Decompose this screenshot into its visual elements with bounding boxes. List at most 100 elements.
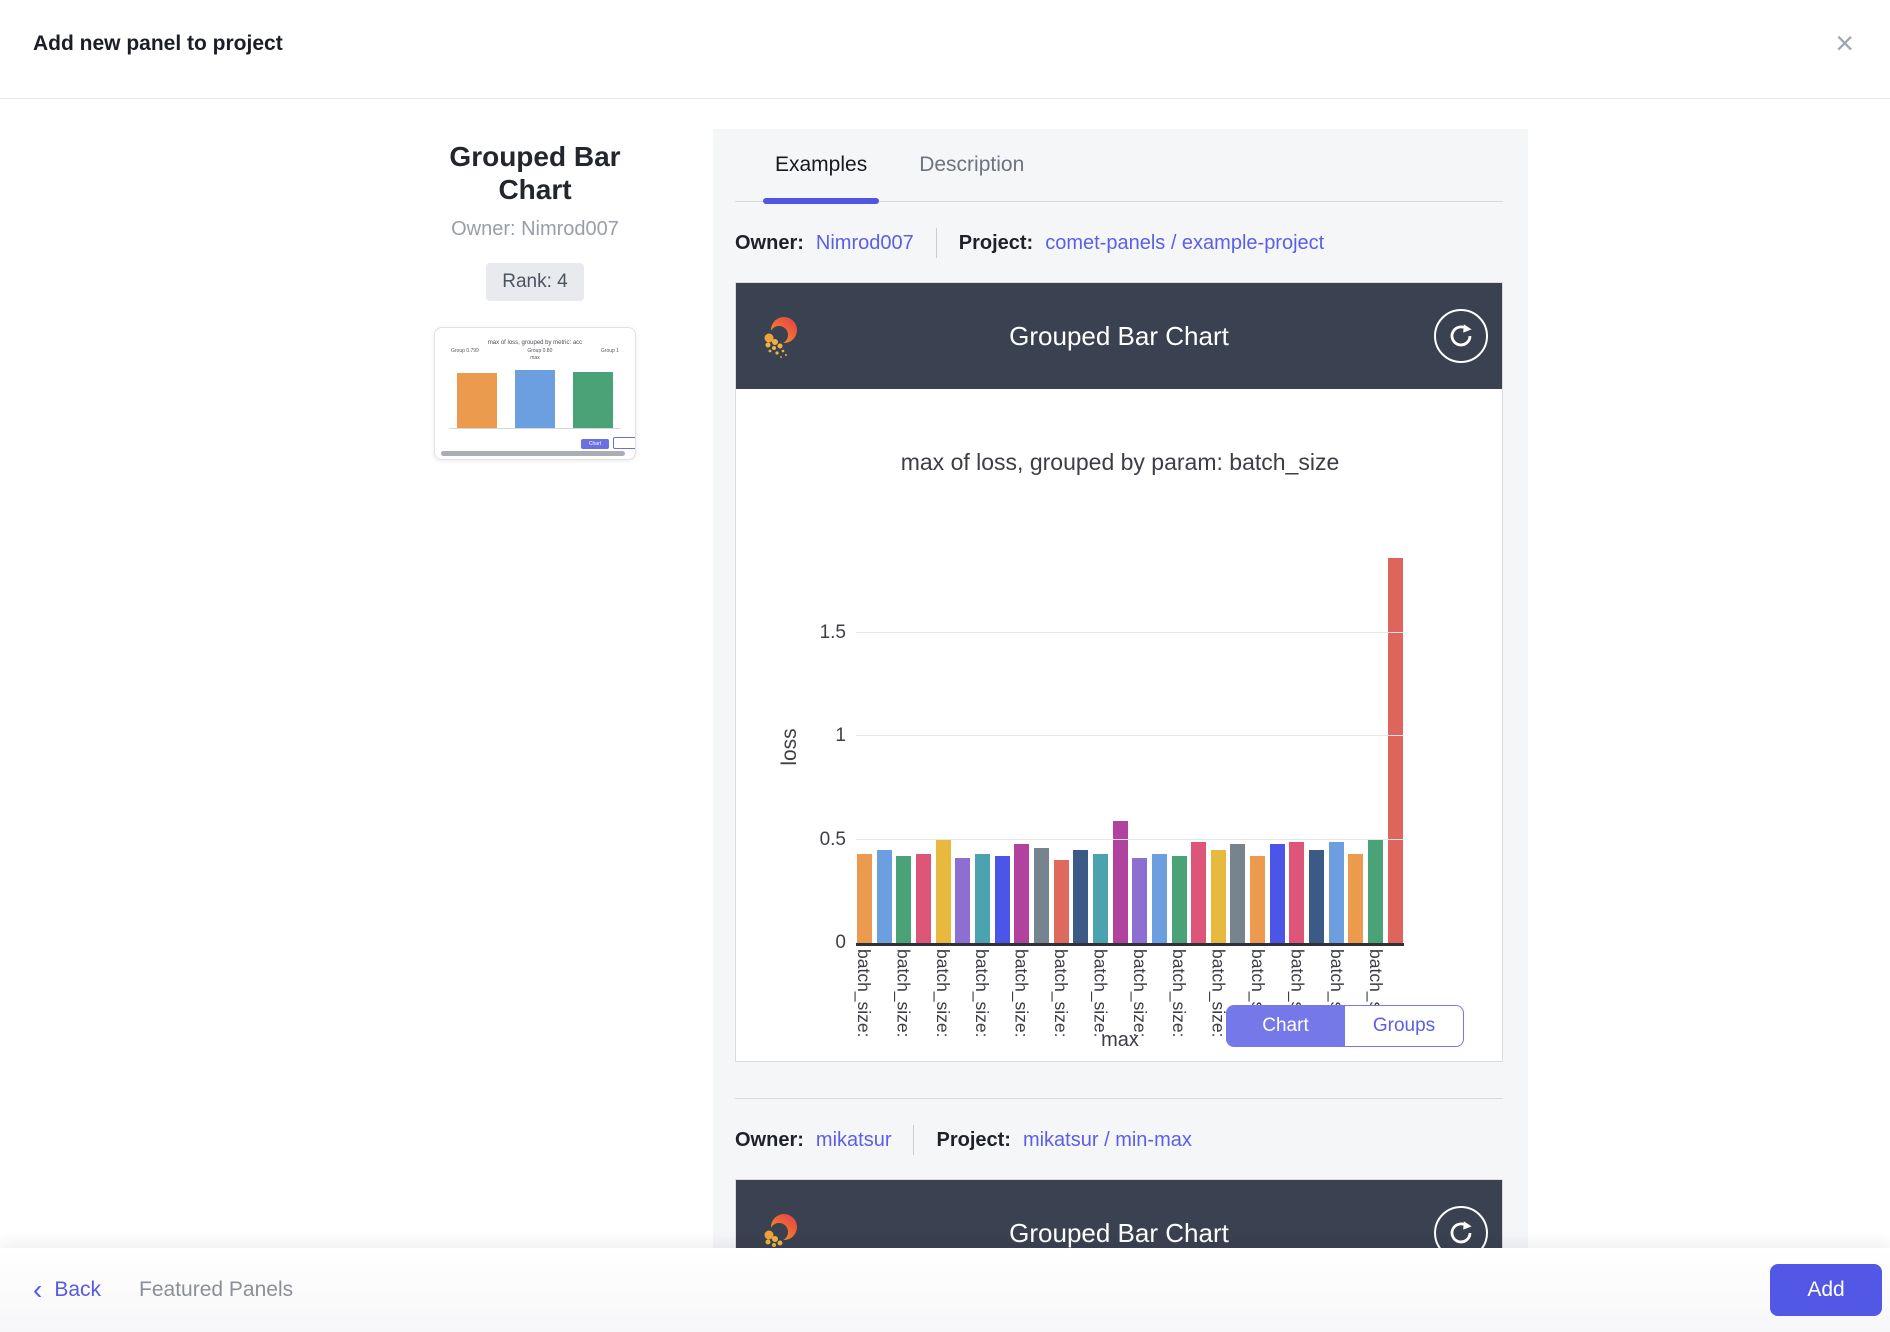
back-button[interactable]: ‹ Back	[33, 1276, 101, 1304]
thumbnail-scrollbar	[441, 451, 625, 456]
project-link[interactable]: mikatsur / min-max	[1023, 1129, 1192, 1152]
project-label: Project:	[936, 1129, 1010, 1152]
section-divider	[735, 1098, 1503, 1099]
examples-panel: Examples Description Owner: Nimrod007 Pr…	[713, 129, 1528, 1248]
x-tick-label: batch_size:	[1129, 949, 1150, 1038]
toggle-groups-button[interactable]: Groups	[1345, 1005, 1464, 1047]
back-chevron-icon: ‹	[33, 1276, 42, 1304]
bar	[955, 858, 970, 943]
bar	[1368, 840, 1383, 943]
plot-area: 00.511.5	[856, 550, 1404, 946]
project-link[interactable]: comet-panels / example-project	[1045, 232, 1324, 255]
back-label: Back	[54, 1278, 101, 1302]
tab-bar: Examples Description	[735, 129, 1503, 202]
owner-link[interactable]: mikatsur	[816, 1129, 892, 1152]
owner-label: Owner:	[735, 232, 804, 255]
bar	[975, 854, 990, 943]
comet-logo-icon	[760, 313, 806, 359]
modal-header: Add new panel to project ×	[0, 0, 1890, 99]
meta-divider	[936, 228, 937, 258]
bar	[1014, 844, 1029, 943]
bar	[1230, 844, 1245, 943]
x-tick-label: batch_size:	[971, 949, 992, 1038]
thumbnail-chart-button: Chart	[581, 439, 609, 449]
bar	[916, 854, 931, 943]
bar	[995, 856, 1010, 943]
thumbnail-x-label: Group 0.80	[527, 348, 552, 354]
bar	[1054, 860, 1069, 943]
refresh-button[interactable]	[1434, 309, 1488, 363]
panel-owner: Owner: Nimrod007	[380, 218, 690, 241]
bar	[1289, 842, 1304, 943]
bar	[1093, 854, 1108, 943]
x-tick-label: batch_size:	[1050, 949, 1071, 1038]
panel-card-title: Grouped Bar Chart	[1009, 1218, 1229, 1249]
x-tick-label: batch_size:	[1011, 949, 1032, 1038]
bar	[1172, 856, 1187, 943]
gridline	[856, 839, 1404, 840]
panel-card-header: Grouped Bar Chart	[736, 283, 1502, 389]
example-meta-row: Owner: Nimrod007 Project: comet-panels /…	[735, 228, 1503, 258]
x-tick-label: batch_size:	[853, 949, 874, 1038]
bar	[1132, 858, 1147, 943]
owner-label: Owner:	[735, 1129, 804, 1152]
modal-footer: ‹ Back Featured Panels Add	[0, 1248, 1890, 1332]
panel-thumbnail: max of loss, grouped by metric: acc Grou…	[434, 327, 636, 460]
panel-card-header: Grouped Bar Chart	[736, 1180, 1502, 1248]
panel-title: Grouped Bar Chart	[420, 140, 650, 206]
bar	[1388, 558, 1403, 943]
project-label: Project:	[959, 232, 1033, 255]
close-icon[interactable]: ×	[1829, 26, 1860, 60]
thumbnail-bar	[573, 372, 613, 428]
rank-badge: Rank: 4	[486, 263, 583, 301]
chart-groups-toggle: Chart Groups	[1226, 1005, 1464, 1047]
thumbnail-plot	[449, 358, 621, 429]
toggle-chart-button[interactable]: Chart	[1226, 1005, 1345, 1047]
owner-link[interactable]: Nimrod007	[816, 232, 914, 255]
bar	[1191, 842, 1206, 943]
bar	[1309, 850, 1324, 943]
bars-container	[857, 550, 1403, 943]
panel-card-title: Grouped Bar Chart	[1009, 321, 1229, 352]
add-button[interactable]: Add	[1770, 1264, 1882, 1316]
refresh-icon	[1448, 323, 1474, 349]
panel-summary: Grouped Bar Chart Owner: Nimrod007 Rank:…	[380, 140, 690, 460]
featured-panels-label: Featured Panels	[139, 1278, 293, 1302]
thumbnail-x-label: Group 1	[601, 348, 619, 354]
gridline	[856, 632, 1404, 633]
add-panel-modal: Add new panel to project × Grouped Bar C…	[0, 0, 1890, 1332]
tab-description[interactable]: Description	[919, 153, 1024, 201]
gridline	[856, 735, 1404, 736]
y-tick-label: 1.5	[820, 622, 846, 644]
bar	[1073, 850, 1088, 943]
thumbnail-bar	[515, 370, 555, 428]
bar	[877, 850, 892, 943]
refresh-button[interactable]	[1434, 1206, 1488, 1248]
chart-title: max of loss, grouped by param: batch_siz…	[736, 449, 1502, 476]
thumbnail-x-label: Group 0.799	[451, 348, 479, 354]
bar	[1250, 856, 1265, 943]
y-tick-label: 0.5	[820, 829, 846, 851]
chart-body: max of loss, grouped by param: batch_siz…	[736, 389, 1502, 1061]
y-tick-label: 1	[835, 725, 846, 747]
thumbnail-bar	[457, 373, 497, 428]
meta-divider	[913, 1125, 914, 1155]
tab-examples[interactable]: Examples	[775, 153, 867, 201]
x-tick-label: batch_size:	[932, 949, 953, 1038]
example-meta-row: Owner: mikatsur Project: mikatsur / min-…	[735, 1125, 1503, 1155]
bar	[1152, 854, 1167, 943]
bar	[857, 854, 872, 943]
x-tick-label: batch_size:	[1089, 949, 1110, 1038]
bar	[1211, 850, 1226, 943]
bar	[896, 856, 911, 943]
x-tick-label: batch_size:	[1168, 949, 1189, 1038]
y-axis-title: loss	[778, 728, 802, 765]
panel-example-card: Grouped Bar Chart max of loss, grouped b…	[735, 282, 1503, 1062]
thumbnail-x-labels: Group 0.799 Group 0.80 Group 1	[435, 346, 635, 354]
x-tick-label: batch_size:	[892, 949, 913, 1038]
modal-title: Add new panel to project	[33, 32, 283, 56]
thumbnail-groups-button	[613, 437, 636, 449]
panel-example-card: Grouped Bar Chart	[735, 1179, 1503, 1248]
refresh-icon	[1448, 1220, 1474, 1246]
bar	[1034, 848, 1049, 943]
